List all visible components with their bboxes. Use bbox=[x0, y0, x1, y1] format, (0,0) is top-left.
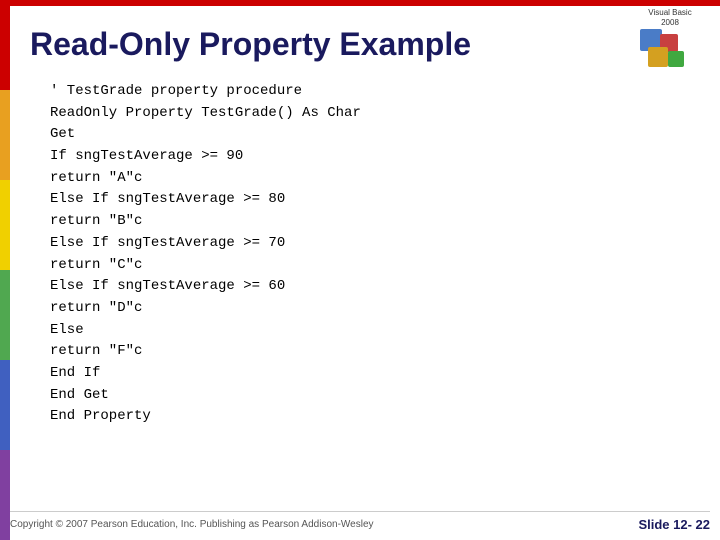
bar-red bbox=[0, 0, 10, 90]
copyright-text: Copyright © 2007 Pearson Education, Inc.… bbox=[10, 519, 374, 530]
code-line: ' TestGrade property procedure bbox=[50, 81, 700, 103]
code-line: If sngTestAverage >= 90 bbox=[50, 146, 700, 168]
code-line: Else If sngTestAverage >= 80 bbox=[50, 189, 700, 211]
code-line: return "F"c bbox=[50, 341, 700, 363]
footer: Copyright © 2007 Pearson Education, Inc.… bbox=[10, 511, 710, 532]
code-line: End Get bbox=[50, 385, 700, 407]
code-line: End Property bbox=[50, 406, 700, 428]
code-block: ' TestGrade property procedureReadOnly P… bbox=[50, 81, 700, 428]
bar-purple bbox=[0, 450, 10, 540]
code-line: return "D"c bbox=[50, 298, 700, 320]
code-line: return "B"c bbox=[50, 211, 700, 233]
code-line: Else If sngTestAverage >= 60 bbox=[50, 276, 700, 298]
bar-green bbox=[0, 270, 10, 360]
left-color-bars bbox=[0, 0, 10, 540]
code-line: Else bbox=[50, 320, 700, 342]
slide-number: Slide 12- 22 bbox=[638, 517, 710, 532]
bar-orange bbox=[0, 90, 10, 180]
code-line: Else If sngTestAverage >= 70 bbox=[50, 233, 700, 255]
code-line: return "C"c bbox=[50, 255, 700, 277]
code-line: return "A"c bbox=[50, 168, 700, 190]
code-line: End If bbox=[50, 363, 700, 385]
bar-blue bbox=[0, 360, 10, 450]
slide-title: Read-Only Property Example bbox=[30, 26, 700, 63]
bar-yellow bbox=[0, 180, 10, 270]
code-line: ReadOnly Property TestGrade() As Char bbox=[50, 103, 700, 125]
main-content: Read-Only Property Example ' TestGrade p… bbox=[10, 6, 720, 540]
code-line: Get bbox=[50, 124, 700, 146]
